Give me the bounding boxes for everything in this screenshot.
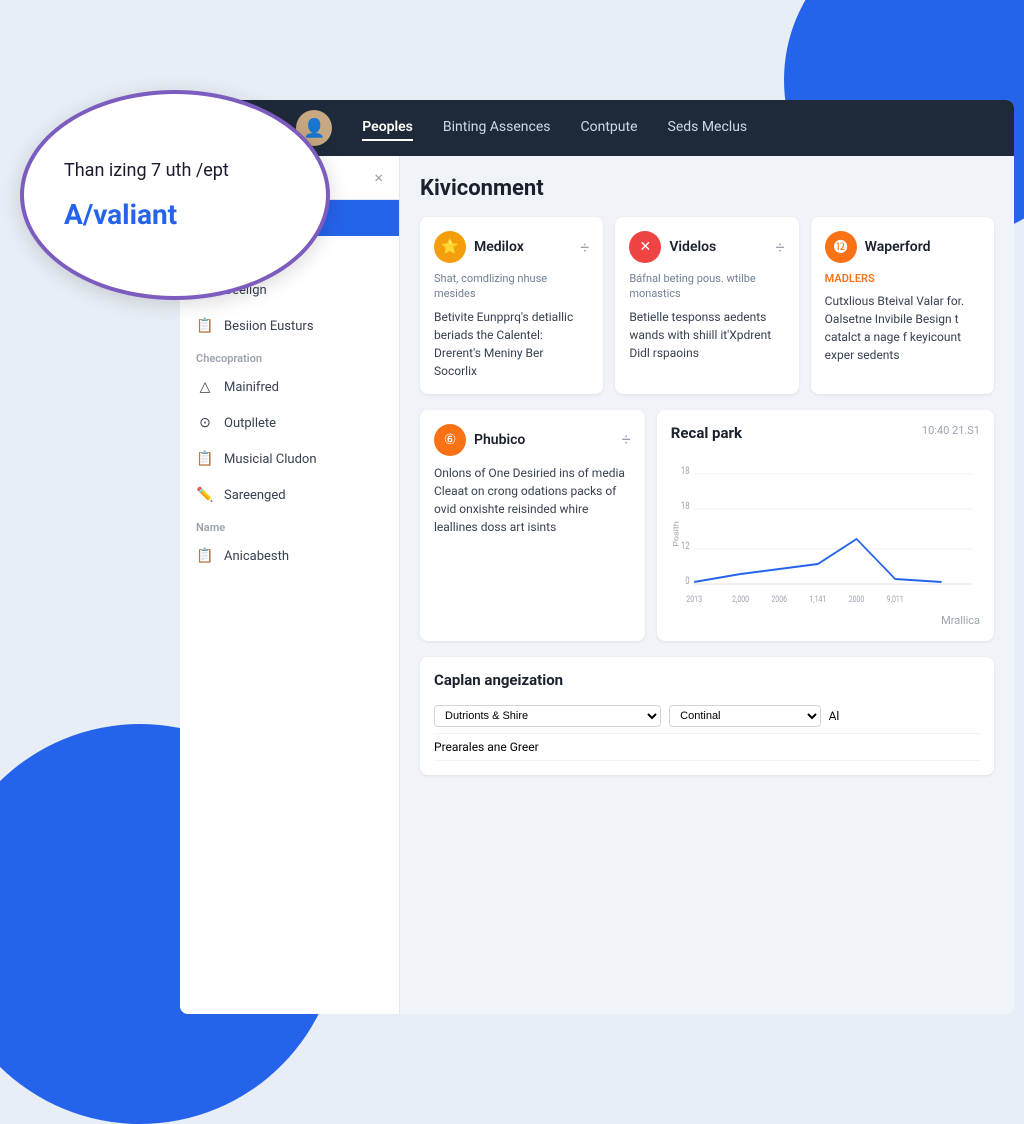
svg-text:0: 0 (685, 576, 689, 587)
card-videlos: ✕ Videlos ÷ Báfnal beting pous. wtilbe m… (615, 217, 798, 394)
svg-text:18: 18 (681, 466, 690, 477)
table-dropdown-2[interactable]: Continal (669, 705, 820, 727)
card-phubico-body: Onlons of One Desiried ins of media Clea… (434, 464, 631, 536)
card-phubico-title: Phubico (474, 432, 525, 448)
table-row-1: Prearales ane Greer (434, 734, 980, 761)
cards-row: ⭐ Medilox ÷ Shat, comdlizing nhuse mesid… (420, 217, 994, 394)
sidebar-close-button[interactable]: × (374, 168, 383, 187)
sidebar-item-label-anicabesth: Anicabesth (224, 549, 289, 564)
second-row: ⑥ Phubico ÷ Onlons of One Desiried ins o… (420, 410, 994, 641)
main-content: Kiviconment ⭐ Medilox ÷ Shat, comdlizing… (400, 156, 1014, 1014)
table-row-1-label: Prearales ane Greer (434, 740, 661, 754)
videlos-icon: ✕ (629, 231, 661, 263)
tooltip-line2: A/valiant (64, 198, 177, 231)
outpllete-icon: ⊙ (196, 415, 214, 431)
nav-seds[interactable]: Seds Meclus (668, 115, 748, 141)
card-phubico: ⑥ Phubico ÷ Onlons of One Desiried ins o… (420, 410, 645, 641)
app-body: Dedvries × 🏠 Memer 🔎 Flors 🏠 Beelign 📋 B… (180, 156, 1014, 1014)
sidebar-item-mainifred[interactable]: △ Mainifred (180, 369, 399, 405)
videlos-divider-button[interactable]: ÷ (776, 238, 785, 257)
svg-text:18: 18 (681, 501, 690, 512)
sidebar-item-label-musicial: Musicial Cludon (224, 452, 317, 467)
card-waperford-subtitle-orange: MADLERS (825, 271, 980, 286)
svg-text:2,000: 2,000 (732, 594, 749, 604)
card-phubico-title-row: ⑥ Phubico (434, 424, 525, 456)
table-section: Caplan angeization Dutrionts & Shire Con… (420, 657, 994, 775)
sidebar-item-outpllete[interactable]: ⊙ Outpllete (180, 405, 399, 441)
page-title: Kiviconment (420, 176, 994, 201)
table-row-0: Dutrionts & Shire Continal Al (434, 699, 980, 734)
mainifred-icon: △ (196, 379, 214, 395)
sidebar-section-checopration: Checopration (180, 344, 399, 369)
card-videlos-title: Videlos (669, 239, 716, 255)
card-medilox-subtitle: Shat, comdlizing nhuse mesides (434, 271, 589, 302)
sareenged-icon: ✏️ (196, 487, 214, 503)
chart-container: 18 18 12 0 Posith (671, 454, 980, 614)
sidebar-item-label-outpllete: Outpllete (224, 416, 276, 431)
card-videlos-title-row: ✕ Videlos (629, 231, 716, 263)
card-medilox-header: ⭐ Medilox ÷ (434, 231, 589, 263)
nav-contpute[interactable]: Contpute (581, 115, 638, 141)
card-videlos-subtitle: Báfnal beting pous. wtilbe monastics (629, 271, 784, 302)
svg-text:2013: 2013 (686, 594, 702, 604)
sidebar-item-label-besiion: Besiion Eusturs (224, 319, 314, 334)
card-waperford: ⓬ Waperford MADLERS Cutxlious Bteival Va… (811, 217, 994, 394)
svg-text:2000: 2000 (849, 594, 865, 604)
sidebar-item-musicial[interactable]: 📋 Musicial Cludon (180, 441, 399, 477)
sidebar-item-sareenged[interactable]: ✏️ Sareenged (180, 477, 399, 513)
navbar-nav: Peoples Binting Assences Contpute Seds M… (362, 115, 747, 141)
table-section-title: Caplan angeization (434, 671, 980, 689)
svg-text:Posith: Posith (672, 521, 680, 546)
svg-text:12: 12 (681, 541, 690, 552)
svg-text:9,011: 9,011 (886, 594, 903, 604)
nav-binting[interactable]: Binting Assences (443, 115, 551, 141)
svg-text:2006: 2006 (771, 594, 787, 604)
phubico-divider-button[interactable]: ÷ (622, 430, 631, 449)
sidebar-item-label-mainifred: Mainifred (224, 380, 279, 395)
waperford-icon: ⓬ (825, 231, 857, 263)
card-waperford-title-row: ⓬ Waperford (825, 231, 931, 263)
chart-card: Recal park 10:40 21.S1 18 18 12 0 Posith (657, 410, 994, 641)
tooltip-popup: Than izing 7 uth /ept A/valiant (20, 90, 330, 300)
besiion-icon: 📋 (196, 318, 214, 334)
chart-svg: 18 18 12 0 Posith (671, 454, 980, 614)
nav-peoples[interactable]: Peoples (362, 115, 413, 141)
card-waperford-body: Cutxlious Bteival Valar for. Oalsetne In… (825, 292, 980, 364)
card-waperford-header: ⓬ Waperford (825, 231, 980, 263)
medilox-icon: ⭐ (434, 231, 466, 263)
tooltip-line1: Than izing 7 uth /ept (64, 159, 229, 182)
card-medilox-title: Medilox (474, 239, 524, 255)
card-waperford-title: Waperford (865, 239, 931, 255)
card-medilox-title-row: ⭐ Medilox (434, 231, 524, 263)
card-medilox: ⭐ Medilox ÷ Shat, comdlizing nhuse mesid… (420, 217, 603, 394)
chart-timestamp: 10:40 21.S1 (922, 424, 980, 437)
medilox-divider-button[interactable]: ÷ (580, 238, 589, 257)
sidebar-item-besiion[interactable]: 📋 Besiion Eusturs (180, 308, 399, 344)
chart-footer-label: Mrallica (671, 614, 980, 627)
card-videlos-header: ✕ Videlos ÷ (629, 231, 784, 263)
svg-text:1,141: 1,141 (809, 594, 826, 604)
card-phubico-header: ⑥ Phubico ÷ (434, 424, 631, 456)
sidebar-item-label-sareenged: Sareenged (224, 488, 286, 503)
sidebar-item-anicabesth[interactable]: 📋 Anicabesth (180, 538, 399, 574)
phubico-icon: ⑥ (434, 424, 466, 456)
table-dropdown-1[interactable]: Dutrionts & Shire (434, 705, 661, 727)
table-row-value-0: Al (829, 709, 980, 723)
musicial-icon: 📋 (196, 451, 214, 467)
card-medilox-body: Betivite Eunpprq's detiallic beriads the… (434, 308, 589, 380)
chart-title: Recal park (671, 424, 742, 442)
anicabesth-icon: 📋 (196, 548, 214, 564)
sidebar-section-name: Name (180, 513, 399, 538)
card-videlos-body: Betielle tesponss aedents wands with shi… (629, 308, 784, 362)
